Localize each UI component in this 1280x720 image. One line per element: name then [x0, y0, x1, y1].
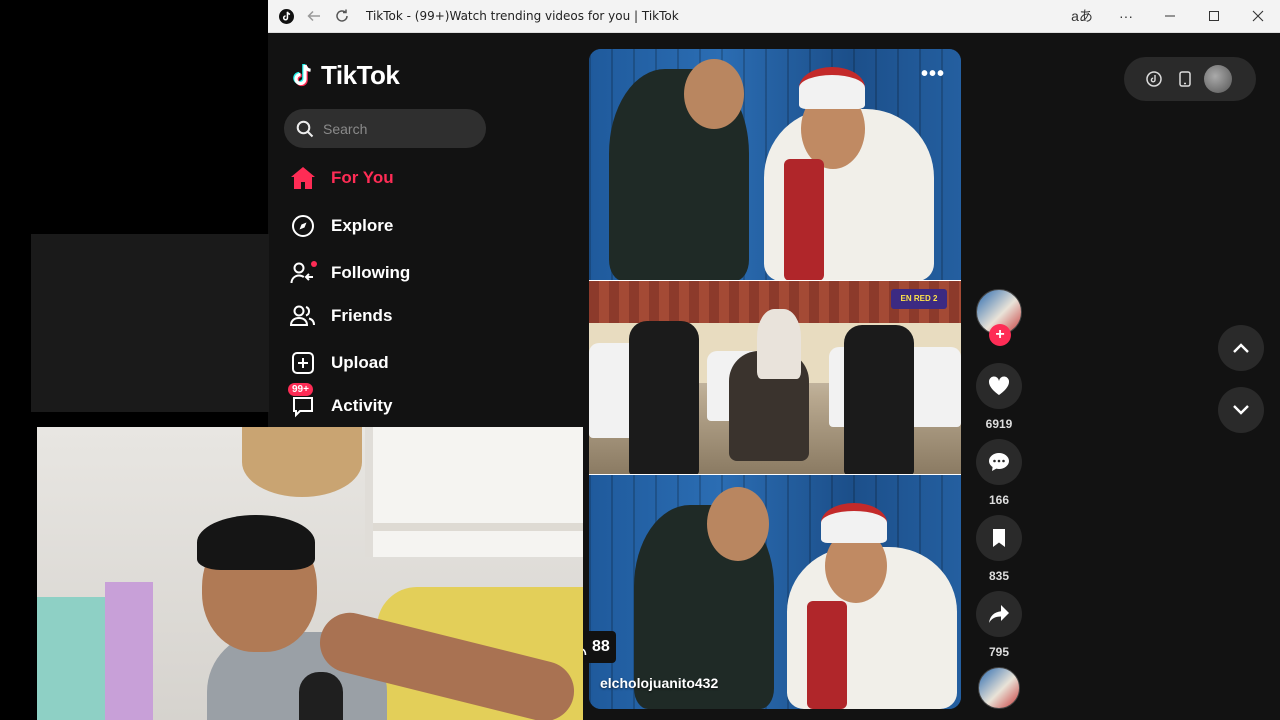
maximize-button[interactable] — [1192, 0, 1236, 33]
video-frame-top: ••• — [589, 49, 961, 281]
video-player[interactable]: ••• EN RED 2 elcholojuanito432 — [589, 49, 961, 709]
heart-icon — [988, 376, 1010, 395]
device-icon[interactable] — [1169, 57, 1200, 101]
nav-label: For You — [331, 168, 394, 187]
share-icon — [989, 605, 1009, 623]
shelf — [365, 427, 583, 557]
nav-following[interactable]: Following — [290, 258, 410, 288]
screen: TikTok - (99+)Watch trending videos for … — [0, 0, 1280, 720]
search-icon — [296, 120, 314, 137]
profile-avatar[interactable] — [1204, 65, 1232, 93]
nav-upload[interactable]: Upload — [290, 348, 389, 378]
nav-label: Activity — [331, 396, 393, 415]
music-disc-avatar[interactable] — [978, 667, 1020, 709]
upload-icon — [290, 350, 316, 376]
top-right-controls — [1124, 57, 1256, 101]
overlay-logo: EN RED 2 — [891, 289, 947, 309]
comment-icon — [989, 453, 1009, 471]
chevron-up-icon — [1233, 343, 1249, 353]
follow-button[interactable]: + — [989, 324, 1011, 346]
share-count: 795 — [988, 645, 1010, 659]
back-arrow-icon[interactable] — [300, 0, 328, 33]
window-title: TikTok - (99+)Watch trending videos for … — [366, 9, 679, 23]
like-count: 6919 — [985, 417, 1013, 431]
nav-for-you[interactable]: For You — [290, 163, 394, 193]
webcam-overlay — [37, 427, 583, 720]
nav-friends[interactable]: Friends — [290, 301, 392, 331]
friends-icon — [290, 303, 316, 329]
nav-label: Following — [331, 263, 411, 282]
comment-button[interactable] — [976, 439, 1022, 485]
notification-dot — [311, 261, 317, 267]
comment-count: 166 — [988, 493, 1010, 507]
video-frame-middle: EN RED 2 — [589, 281, 961, 475]
compass-icon — [290, 213, 316, 239]
window-titlebar: TikTok - (99+)Watch trending videos for … — [268, 0, 1280, 33]
close-button[interactable] — [1236, 0, 1280, 33]
video-author[interactable]: elcholojuanito432 — [600, 675, 718, 691]
activity-icon: 99+ — [288, 383, 316, 419]
nav-activity[interactable]: 99+ Activity — [288, 383, 393, 421]
nav-explore[interactable]: Explore — [290, 211, 393, 241]
streamer-hair — [197, 515, 315, 570]
logo-text: TikTok — [321, 60, 400, 90]
nav-label: Upload — [331, 353, 389, 372]
next-video-button[interactable] — [1218, 387, 1264, 433]
action-bar: + 6919 166 835 795 — [976, 289, 1022, 709]
nav-label: Explore — [331, 216, 394, 235]
minimize-button[interactable] — [1148, 0, 1192, 33]
tiktok-mode-icon[interactable] — [1138, 57, 1169, 101]
painting — [105, 582, 153, 720]
blank-overlay — [31, 234, 269, 412]
activity-badge: 99+ — [288, 383, 313, 396]
tiktok-logo[interactable]: TikTok — [291, 60, 400, 91]
save-button[interactable] — [976, 515, 1022, 561]
more-options-button[interactable]: ··· — [1104, 0, 1148, 33]
viewer-count-value: 88 — [592, 638, 610, 655]
painting — [37, 597, 107, 720]
search-input[interactable] — [323, 120, 473, 137]
following-icon — [290, 260, 317, 286]
more-options-icon[interactable]: ••• — [921, 63, 945, 86]
tiktok-favicon-icon — [272, 0, 300, 33]
video-frame-bottom — [589, 475, 961, 709]
tiktok-logo-icon — [293, 63, 311, 86]
author-avatar[interactable]: + — [976, 289, 1022, 346]
bookmark-icon — [993, 529, 1005, 547]
chevron-down-icon — [1233, 405, 1249, 415]
share-button[interactable] — [976, 591, 1022, 637]
refresh-icon[interactable] — [328, 0, 356, 33]
search-box[interactable] — [284, 109, 486, 148]
plush-toy — [242, 427, 362, 497]
home-icon — [290, 165, 316, 191]
like-button[interactable] — [976, 363, 1022, 409]
nav-label: Friends — [331, 306, 393, 325]
save-count: 835 — [988, 569, 1010, 583]
microphone — [299, 672, 343, 720]
previous-video-button[interactable] — [1218, 325, 1264, 371]
read-aloud-button[interactable]: aあ — [1060, 0, 1104, 33]
